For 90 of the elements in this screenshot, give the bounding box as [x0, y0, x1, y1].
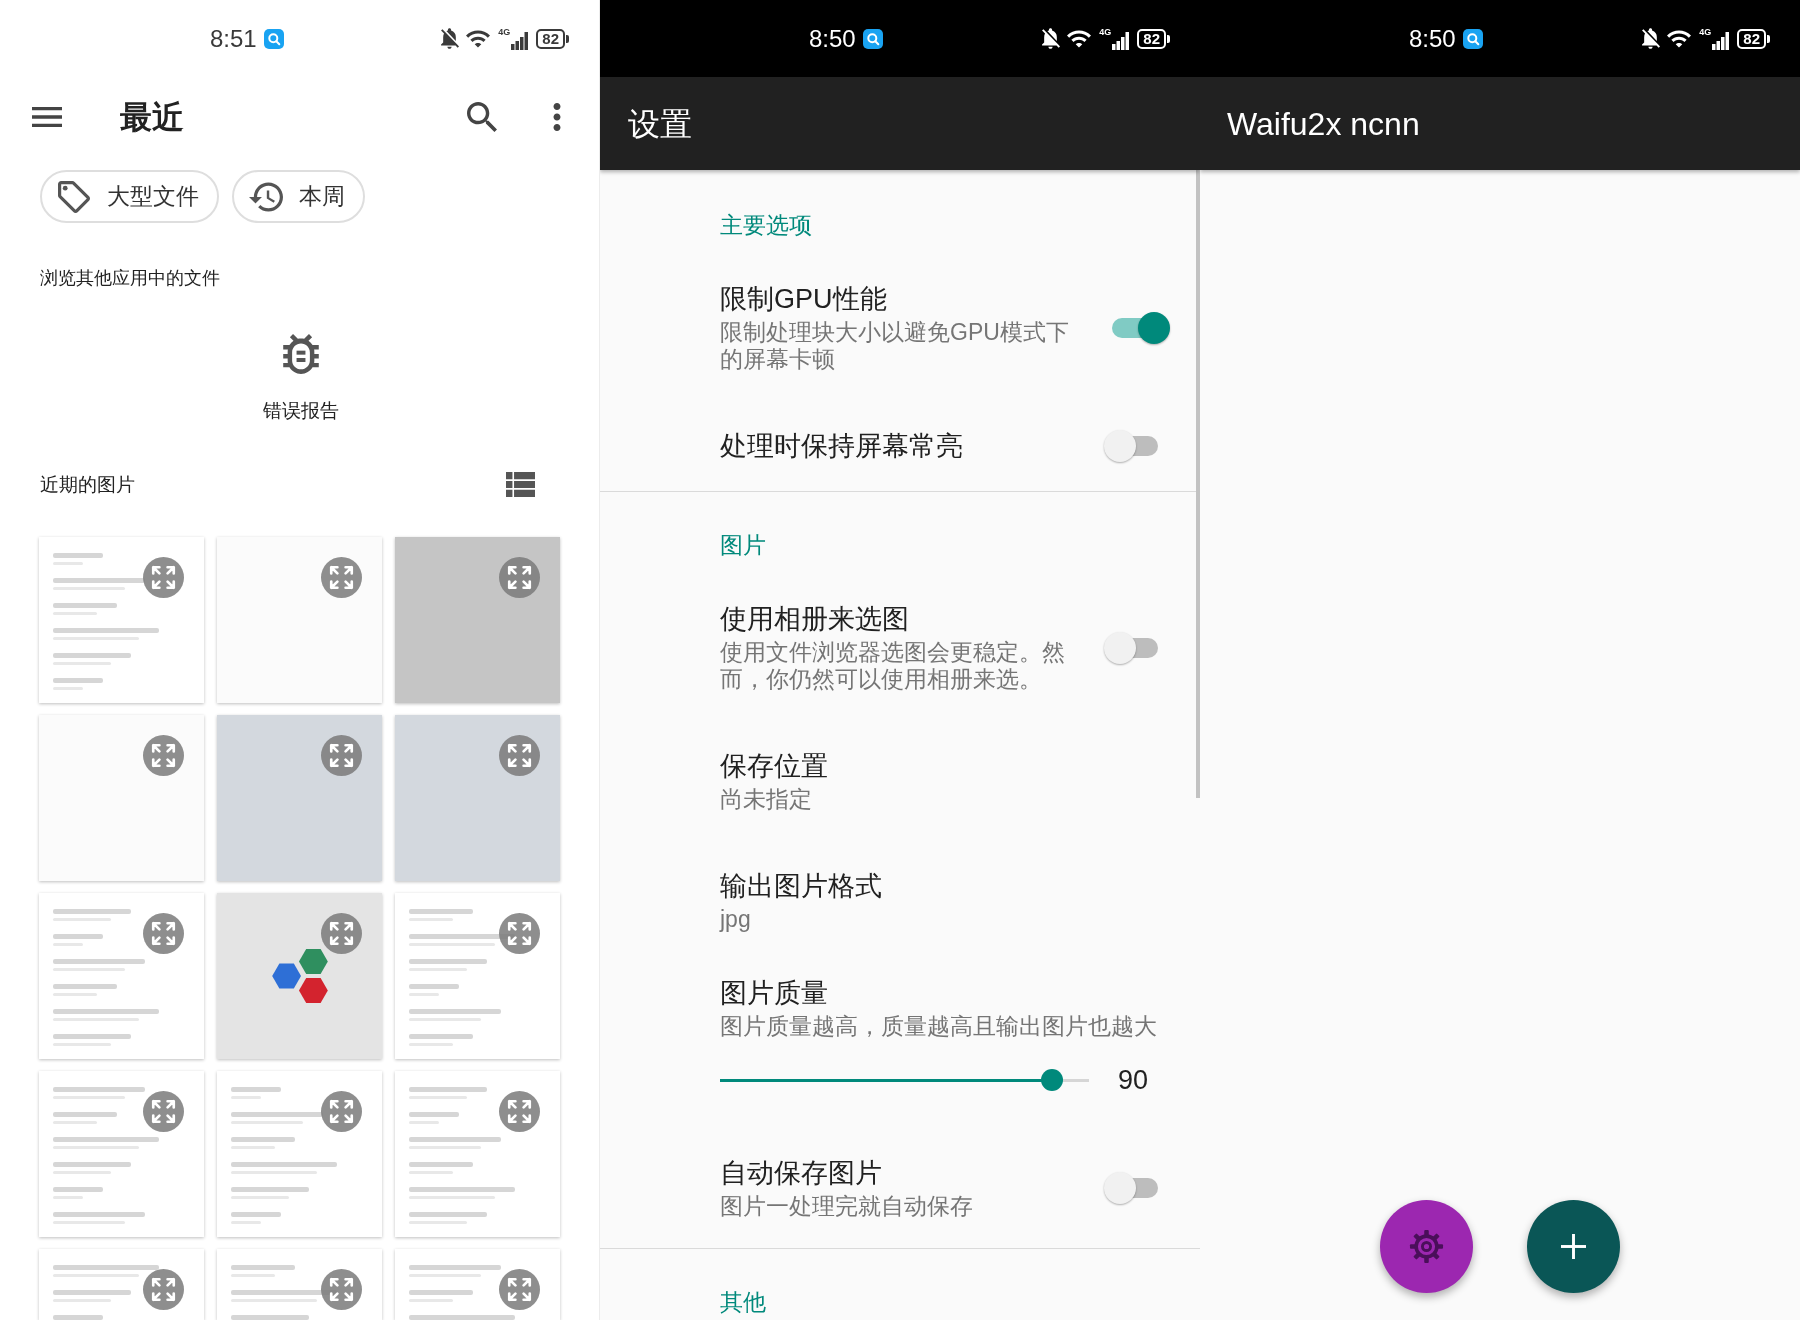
setting-title: 处理时保持屏幕常亮	[720, 430, 963, 463]
list-view-icon[interactable]	[506, 472, 535, 497]
section-heading: 近期的图片	[40, 472, 135, 497]
image-thumbnail[interactable]	[39, 715, 204, 881]
hexagons-logo-icon	[271, 949, 328, 1003]
expand-icon[interactable]	[499, 913, 540, 954]
setting-summary: 图片一处理完就自动保存	[720, 1193, 974, 1220]
expand-icon[interactable]	[321, 1091, 362, 1132]
slider-track[interactable]	[720, 1069, 1089, 1091]
expand-icon[interactable]	[499, 557, 540, 598]
category-header: 其他	[720, 1291, 766, 1314]
setting-summary: jpg	[720, 906, 751, 933]
photo-placeholder[interactable]	[217, 715, 382, 881]
screenshot-thumbnail[interactable]	[39, 1249, 204, 1320]
screenshot-thumbnail[interactable]	[217, 1071, 382, 1237]
wifi-icon	[1067, 29, 1092, 48]
app-bar-title: 设置	[628, 107, 692, 140]
setting-summary: 图片质量越高，质量越高且输出图片也越大	[720, 1013, 1157, 1040]
toolbar-title: 最近	[120, 101, 184, 133]
setting-summary: 使用文件浏览器选图会更稳定。然而，你仍然可以使用相册来选。	[720, 639, 1066, 693]
status-time: 8:51	[210, 26, 257, 51]
signal-bars-icon	[1112, 31, 1130, 50]
expand-icon[interactable]	[143, 913, 184, 954]
tag-icon	[57, 180, 91, 213]
bell-off-icon	[1041, 28, 1061, 49]
app-notification-icon	[1462, 28, 1483, 49]
screenshot-thumbnail[interactable]	[395, 1249, 560, 1320]
app-shortcut[interactable]: 错误报告	[251, 334, 351, 423]
app-notification-icon	[263, 28, 284, 49]
screenshot-thumbnail[interactable]	[395, 893, 560, 1059]
setting-title: 输出图片格式	[720, 870, 882, 903]
bell-off-icon	[1641, 28, 1661, 49]
app-notification-icon	[862, 28, 883, 49]
photo-placeholder[interactable]	[395, 715, 560, 881]
more-options-icon[interactable]	[553, 103, 561, 131]
slider-value: 90	[1118, 1064, 1149, 1097]
status-time: 8:50	[1409, 26, 1456, 51]
expand-icon[interactable]	[143, 735, 184, 776]
screenshot-thumbnail[interactable]	[217, 1249, 382, 1320]
expand-icon[interactable]	[143, 557, 184, 598]
setting-title: 自动保存图片	[720, 1157, 882, 1190]
setting-title: 图片质量	[720, 977, 828, 1010]
expand-icon[interactable]	[143, 1091, 184, 1132]
screenshot-thumbnail[interactable]	[39, 1071, 204, 1237]
settings-icon	[1409, 1229, 1444, 1264]
bug-icon	[283, 334, 319, 374]
network-type-label: 4G	[1099, 27, 1112, 37]
setting-title: 使用相册来选图	[720, 603, 909, 636]
expand-icon[interactable]	[321, 913, 362, 954]
network-type-label: 4G	[498, 27, 511, 37]
plus-icon	[1561, 1234, 1586, 1259]
slider-thumb[interactable]	[1041, 1069, 1064, 1091]
signal-bars-icon	[1712, 31, 1730, 50]
filter-chip[interactable]: 大型文件	[40, 170, 219, 223]
expand-icon[interactable]	[499, 1269, 540, 1310]
battery-indicator: 82	[1137, 28, 1170, 49]
battery-indicator: 82	[1737, 28, 1770, 49]
expand-icon[interactable]	[143, 1269, 184, 1310]
battery-indicator: 82	[536, 28, 569, 49]
expand-icon[interactable]	[499, 735, 540, 776]
history-icon	[249, 180, 283, 213]
wifi-icon	[466, 29, 491, 48]
menu-icon[interactable]	[32, 107, 62, 127]
section-heading: 浏览其他应用中的文件	[40, 267, 220, 290]
filter-chip[interactable]: 本周	[232, 170, 365, 223]
add-button[interactable]	[1527, 1200, 1620, 1293]
expand-icon[interactable]	[321, 1269, 362, 1310]
expand-icon[interactable]	[321, 735, 362, 776]
screenshot-thumbnail[interactable]	[395, 1071, 560, 1237]
category-header: 主要选项	[720, 214, 812, 237]
expand-icon[interactable]	[499, 1091, 540, 1132]
app-bar-title: Waifu2x ncnn	[1227, 107, 1420, 140]
setting-title: 限制GPU性能	[720, 283, 887, 316]
signal-bars-icon	[511, 31, 529, 50]
expand-icon[interactable]	[321, 557, 362, 598]
setting-summary: 尚未指定	[720, 786, 812, 813]
setting-summary: 限制处理块大小以避免GPU模式下的屏幕卡顿	[720, 319, 1070, 373]
bell-off-icon	[440, 28, 460, 49]
wifi-icon	[1667, 29, 1692, 48]
screenshot-thumbnail[interactable]	[39, 537, 204, 703]
category-header: 图片	[720, 534, 766, 557]
search-icon[interactable]	[467, 102, 497, 132]
status-time: 8:50	[809, 26, 856, 51]
image-thumbnail[interactable]	[217, 537, 382, 703]
network-type-label: 4G	[1699, 27, 1712, 37]
screenshot-thumbnail[interactable]	[39, 893, 204, 1059]
image-thumbnail[interactable]	[217, 893, 382, 1059]
setting-title: 保存位置	[720, 750, 828, 783]
settings-button[interactable]	[1380, 1200, 1473, 1293]
image-thumbnail[interactable]	[395, 537, 560, 703]
